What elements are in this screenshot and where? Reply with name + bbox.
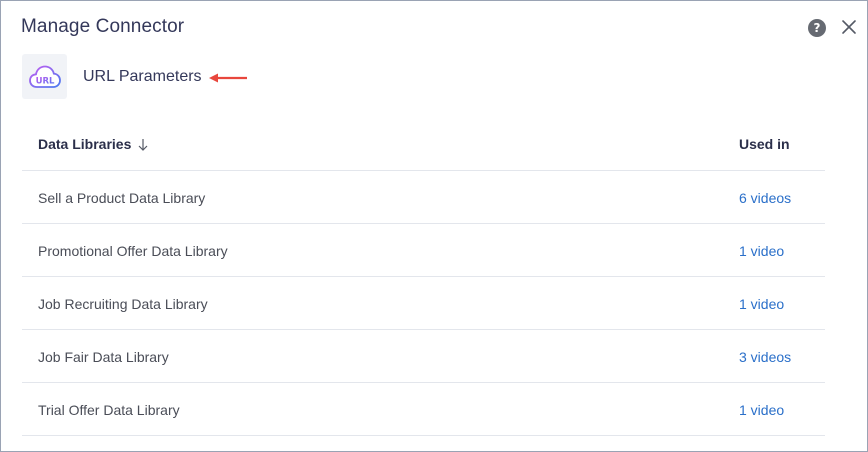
table-row: Sell a Product Data Library 6 videos [22, 171, 825, 224]
question-circle-icon[interactable]: ? [808, 19, 826, 37]
table-row: Job Recruiting Data Library 1 video [22, 277, 825, 330]
table-header: Data Libraries Used in [22, 118, 825, 171]
used-in-link[interactable]: 1 video [739, 296, 784, 312]
library-name: Job Fair Data Library [38, 349, 169, 365]
connector-name: URL Parameters [83, 68, 202, 85]
logo-text: URL [35, 76, 54, 86]
red-arrow-left-icon [209, 73, 247, 83]
dialog-title: Manage Connector [21, 16, 185, 37]
used-in-link[interactable]: 1 video [739, 402, 784, 418]
used-in-link[interactable]: 6 videos [739, 190, 791, 206]
used-in-link[interactable]: 3 videos [739, 349, 791, 365]
table-row: Trial Offer Data Library 1 video [22, 383, 825, 436]
column-header-used-in: Used in [739, 136, 790, 152]
manage-connector-dialog: Manage Connector ? URL URL Parameters Da… [0, 0, 868, 452]
used-in-link[interactable]: 1 video [739, 243, 784, 259]
arrow-down-icon[interactable] [137, 138, 149, 151]
column-header-data-libraries[interactable]: Data Libraries [38, 136, 149, 152]
column-header-label: Data Libraries [38, 136, 132, 152]
library-name: Trial Offer Data Library [38, 402, 180, 418]
connector-logo: URL [22, 54, 67, 99]
data-libraries-table: Data Libraries Used in Sell a Product Da… [22, 118, 825, 436]
library-name: Job Recruiting Data Library [38, 296, 208, 312]
library-name: Sell a Product Data Library [38, 190, 206, 206]
url-cloud-icon: URL [28, 65, 61, 88]
table-row: Job Fair Data Library 3 videos [22, 330, 825, 383]
close-icon[interactable] [839, 17, 859, 37]
library-name: Promotional Offer Data Library [38, 243, 228, 259]
table-row: Promotional Offer Data Library 1 video [22, 224, 825, 277]
